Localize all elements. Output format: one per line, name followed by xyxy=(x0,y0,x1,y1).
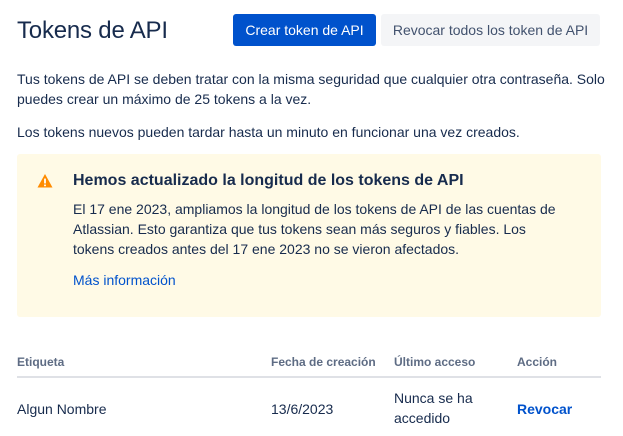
column-header-last-access: Último acceso xyxy=(394,355,476,369)
intro-delay-text: Los tokens nuevos pueden tardar hasta un… xyxy=(17,124,520,140)
column-header-action: Acción xyxy=(517,355,558,369)
intro-security-text: Tus tokens de API se deben tratar con la… xyxy=(17,71,605,107)
token-created-date: 13/6/2023 xyxy=(271,401,334,417)
page-title: Tokens de API xyxy=(17,17,168,44)
column-header-label: Etiqueta xyxy=(17,355,65,369)
revoke-all-tokens-button[interactable]: Revocar todos los token de API xyxy=(381,14,600,46)
token-length-notice: Hemos actualizado la longitud de los tok… xyxy=(17,154,601,317)
notice-body: El 17 ene 2023, ampliamos la longitud de… xyxy=(73,201,556,257)
create-api-token-button[interactable]: Crear token de API xyxy=(233,14,376,46)
token-last-access: Nunca se ha accedido xyxy=(394,390,473,426)
notice-title: Hemos actualizado la longitud de los tok… xyxy=(73,172,464,189)
table-row: Algun Nombre 13/6/2023 Nunca se ha acced… xyxy=(17,388,601,436)
token-label: Algun Nombre xyxy=(17,401,107,417)
column-header-created: Fecha de creación xyxy=(271,355,376,369)
table-header-divider xyxy=(17,376,601,378)
revoke-token-button[interactable]: Revocar xyxy=(517,399,572,419)
more-info-link[interactable]: Más información xyxy=(73,270,176,290)
warning-icon xyxy=(37,173,53,189)
